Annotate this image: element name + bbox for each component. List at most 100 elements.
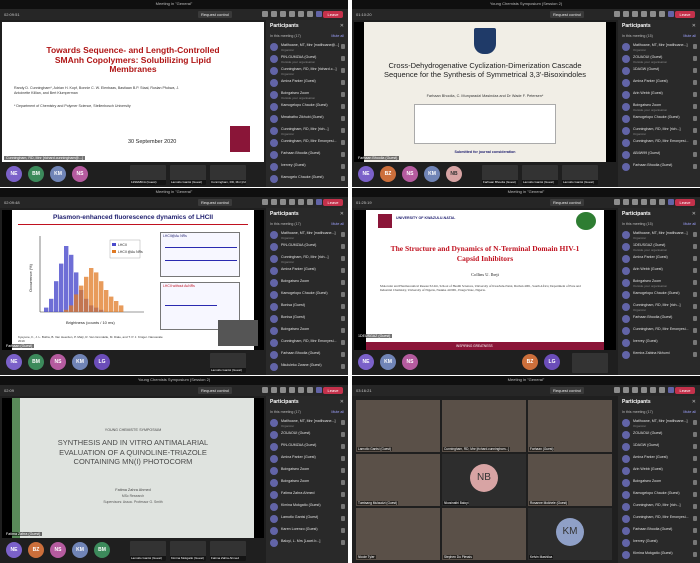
avatar-km[interactable]: KM bbox=[50, 166, 66, 182]
participant-row[interactable]: Boingatseo Zoom Outside your organisation bbox=[270, 90, 345, 102]
avatar-nb[interactable]: NB bbox=[446, 166, 462, 182]
participant-row[interactable]: Ivervey (Guest) bbox=[622, 538, 697, 550]
raise-hand-icon[interactable] bbox=[280, 199, 286, 205]
avatar-ns[interactable]: NS bbox=[50, 542, 66, 558]
avatar-ns[interactable]: NS bbox=[72, 166, 88, 182]
avatar-lg[interactable]: LG bbox=[94, 354, 110, 370]
participant-video[interactable]: Lamotlo Gantsi (Guest) bbox=[170, 165, 206, 185]
participant-row[interactable]: Karen Lorenzo (Guest) bbox=[270, 526, 345, 538]
participant-row[interactable]: Boingatseo Zoom bbox=[270, 478, 345, 490]
self-view-video[interactable] bbox=[218, 320, 258, 346]
camera-icon[interactable] bbox=[298, 11, 304, 17]
avatar-bz[interactable]: BZ bbox=[522, 354, 538, 370]
participant-video[interactable]: Cunningham, RD, Mnr [rich... bbox=[210, 165, 246, 185]
more-options-icon[interactable] bbox=[641, 199, 647, 205]
close-icon[interactable]: ✕ bbox=[340, 23, 344, 29]
participant-row[interactable]: ZOUAOUI (Guest) bbox=[270, 430, 345, 442]
mic-icon[interactable] bbox=[659, 199, 665, 205]
participant-row[interactable]: PIN-GUMZAA (Guest) bbox=[270, 242, 345, 254]
camera-icon[interactable] bbox=[298, 199, 304, 205]
avatar-ne[interactable]: NE bbox=[6, 354, 22, 370]
participant-row[interactable]: 1DEUSGAZ (Guest) Outside your organisatio… bbox=[622, 242, 697, 254]
participant-row[interactable]: Farhaan Bhoolia (Guest) bbox=[622, 526, 697, 538]
camera-icon[interactable] bbox=[650, 11, 656, 17]
participant-row[interactable]: Amina Parker (Guest) bbox=[622, 254, 697, 266]
gallery-tile[interactable]: NB Nkosinathi Baloyi bbox=[442, 454, 526, 506]
participant-row[interactable]: AB4W99 (Guest) bbox=[622, 150, 697, 162]
more-options-icon[interactable] bbox=[289, 387, 295, 393]
gallery-tile[interactable]: KM Kelvin Mashiloa bbox=[528, 508, 612, 560]
participant-row[interactable]: Cunningham, RD, Mnr [rich...] Organizer bbox=[270, 126, 345, 138]
request-control-button[interactable]: Request control bbox=[550, 387, 585, 394]
participant-row[interactable]: Nkululeko Zwane (Guest) bbox=[270, 362, 345, 374]
chat-icon[interactable] bbox=[271, 11, 277, 17]
participant-row[interactable]: Arin Webb (Guest) bbox=[622, 90, 697, 102]
mic-icon[interactable] bbox=[307, 11, 313, 17]
raise-hand-icon[interactable] bbox=[632, 11, 638, 17]
avatar-ne[interactable]: NE bbox=[358, 166, 374, 182]
chat-icon[interactable] bbox=[271, 199, 277, 205]
participant-row[interactable]: Cunningham, RD, Mnr [richard.c...] Organi… bbox=[270, 66, 345, 78]
participant-row[interactable]: Cunningham, RD, Mnr Emonyesi... bbox=[270, 338, 345, 350]
participant-row[interactable]: Mmabatho Zikhubi (Guest) bbox=[270, 114, 345, 126]
participants-icon[interactable] bbox=[614, 11, 620, 17]
more-options-icon[interactable] bbox=[289, 199, 295, 205]
participant-row[interactable]: ZOUAOUI (Guest) bbox=[622, 430, 697, 442]
mute-all-link[interactable]: Mute all bbox=[331, 410, 344, 414]
participant-video[interactable]: Kimina Mokgatlo (Guest) bbox=[170, 541, 206, 561]
close-icon[interactable]: ✕ bbox=[340, 211, 344, 217]
mute-all-link[interactable]: Mute all bbox=[331, 222, 344, 226]
participant-row[interactable]: Ivervey (Guest) bbox=[622, 338, 697, 350]
participant-row[interactable]: Cunningham, RD, Mnr [rich...] Organizer bbox=[270, 254, 345, 266]
leave-button[interactable]: Leave bbox=[323, 199, 343, 206]
gallery-tile[interactable]: Cunningham, RD, Mnr [richard.cunningham.… bbox=[442, 400, 526, 452]
mic-icon[interactable] bbox=[307, 387, 313, 393]
participant-row[interactable]: Amina Parker (Guest) bbox=[270, 78, 345, 90]
participant-video[interactable]: Fatima Zahra Ahmed bbox=[210, 541, 246, 561]
participants-icon[interactable] bbox=[262, 387, 268, 393]
request-control-button[interactable]: Request control bbox=[198, 11, 233, 18]
participant-video[interactable]: Lamotlo Gantsi (Guest) bbox=[562, 165, 598, 185]
share-icon[interactable] bbox=[316, 199, 322, 205]
participants-icon[interactable] bbox=[262, 11, 268, 17]
close-icon[interactable]: ✕ bbox=[340, 399, 344, 405]
participant-video[interactable]: 1299ABCA (Guest) bbox=[130, 165, 166, 185]
leave-button[interactable]: Leave bbox=[675, 387, 695, 394]
participant-row[interactable]: Matlhoane, MT, Mnr [matlhoane...] Organiz… bbox=[270, 418, 345, 430]
participant-video[interactable]: Lamotlo Gantsi (Guest) bbox=[522, 165, 558, 185]
chat-icon[interactable] bbox=[271, 387, 277, 393]
participant-row[interactable]: Amina Parker (Guest) bbox=[270, 266, 345, 278]
participant-row[interactable]: PIN-GUMZAA (Guest) Outside your organisat… bbox=[270, 54, 345, 66]
gallery-tile[interactable]: Tumisang Mulaudzi (Guest) bbox=[356, 454, 440, 506]
participant-row[interactable]: Farhaan Bhoolia (Guest) bbox=[622, 314, 697, 326]
participant-row[interactable]: Kamogelopo Chauke (Guest) bbox=[622, 114, 697, 126]
participant-row[interactable]: Boingatseo Zoom bbox=[622, 478, 697, 490]
avatar-bz[interactable]: BZ bbox=[28, 542, 44, 558]
participants-icon[interactable] bbox=[614, 387, 620, 393]
participant-row[interactable]: Boingatseo Zoom Outside your organisation bbox=[622, 102, 697, 114]
participant-row[interactable]: Amina Parker (Guest) bbox=[622, 454, 697, 466]
leave-button[interactable]: Leave bbox=[323, 11, 343, 18]
participant-row[interactable]: Ivervey (Guest) bbox=[270, 162, 345, 174]
avatar-km[interactable]: KM bbox=[380, 354, 396, 370]
avatar-bm[interactable]: BM bbox=[28, 166, 44, 182]
participant-row[interactable]: Lamotlo Gantsi (Guest) bbox=[270, 514, 345, 526]
participant-row[interactable]: Cunningham, RD, Mnr Emonyesi... bbox=[622, 326, 697, 338]
avatar-km[interactable]: KM bbox=[72, 542, 88, 558]
avatar-km[interactable]: KM bbox=[72, 354, 88, 370]
chat-icon[interactable] bbox=[623, 11, 629, 17]
avatar-bm[interactable]: BM bbox=[28, 354, 44, 370]
participant-row[interactable]: Amina Parker (Guest) bbox=[622, 78, 697, 90]
participant-row[interactable]: Kimina Mokgatlo (Guest) bbox=[270, 502, 345, 514]
participant-row[interactable]: Kemira Zabina Nkhumi bbox=[622, 350, 697, 362]
raise-hand-icon[interactable] bbox=[632, 387, 638, 393]
share-icon[interactable] bbox=[316, 387, 322, 393]
participant-row[interactable]: Arin Webb (Guest) bbox=[622, 466, 697, 478]
more-options-icon[interactable] bbox=[641, 11, 647, 17]
mute-all-link[interactable]: Mute all bbox=[683, 222, 696, 226]
participant-row[interactable]: Boingatseo Zoom bbox=[270, 326, 345, 338]
participant-row[interactable]: Cunningham, RD, Mnr Emonyesi... bbox=[270, 138, 345, 150]
avatar-ne[interactable]: NE bbox=[6, 166, 22, 182]
mic-icon[interactable] bbox=[659, 11, 665, 17]
avatar-lg[interactable]: LG bbox=[544, 354, 560, 370]
